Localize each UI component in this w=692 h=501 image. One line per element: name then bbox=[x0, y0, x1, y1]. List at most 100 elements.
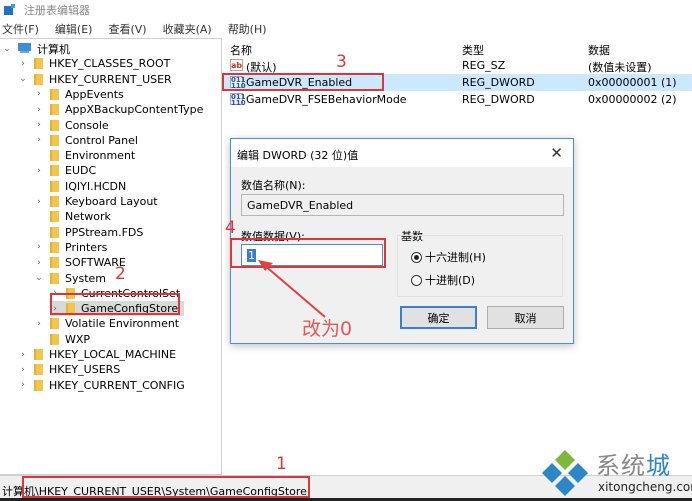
value-name-text: GameDVR_Enabled bbox=[247, 199, 354, 212]
folder-icon bbox=[34, 379, 43, 391]
tree-item-computer[interactable]: ⌄ 计算机 bbox=[2, 41, 70, 56]
tree-item-label: AppXBackupContentType bbox=[65, 103, 204, 117]
chevron-right-icon[interactable]: › bbox=[34, 319, 44, 329]
tree-item[interactable]: › HKEY_USERS bbox=[18, 362, 120, 377]
annotation-box-3 bbox=[222, 73, 384, 91]
list-header: 名称 类型 数据 bbox=[222, 38, 692, 58]
tree-item[interactable]: Network bbox=[34, 209, 111, 224]
tree-item-label: IQIYI.HCDN bbox=[65, 179, 127, 193]
folder-icon bbox=[50, 272, 59, 284]
tree-item[interactable]: › EUDC bbox=[34, 163, 96, 178]
folder-icon bbox=[50, 180, 59, 192]
menu-bar: 文件(F) 编辑(E) 查看(V) 收藏夹(A) 帮助(H) bbox=[0, 20, 281, 38]
list-row[interactable]: ab (默认) REG_SZ (数值未设置) bbox=[222, 57, 692, 74]
dialog-titlebar: 编辑 DWORD (32 位)值 ✕ bbox=[231, 139, 573, 167]
tree-item[interactable]: IQIYI.HCDN bbox=[34, 179, 126, 194]
chevron-right-icon[interactable]: › bbox=[34, 258, 44, 268]
tree-item-label: EUDC bbox=[65, 164, 97, 178]
folder-icon bbox=[50, 333, 59, 345]
radio-checked-icon[interactable] bbox=[411, 251, 422, 263]
tree-item-label: HKEY_USERS bbox=[49, 363, 121, 377]
value-data: (数值未设置) bbox=[588, 61, 652, 74]
chevron-right-icon[interactable]: › bbox=[18, 365, 28, 375]
value-type: REG_DWORD bbox=[462, 76, 535, 89]
value-name-field[interactable]: GameDVR_Enabled bbox=[241, 194, 564, 216]
tree-item[interactable]: › HKEY_CURRENT_CONFIG bbox=[18, 378, 185, 393]
chevron-down-icon[interactable]: ⌄ bbox=[34, 273, 44, 283]
watermark-logo-icon bbox=[542, 450, 588, 496]
folder-icon bbox=[50, 88, 59, 100]
tree-item[interactable]: ⌄ HKEY_CURRENT_USER bbox=[18, 72, 171, 87]
chevron-right-icon[interactable]: › bbox=[34, 135, 44, 145]
title-bar: 注册表编辑器 bbox=[0, 0, 692, 20]
tree-item[interactable]: › HKEY_CLASSES_ROOT bbox=[18, 56, 170, 71]
tree-item[interactable]: › Keyboard Layout bbox=[34, 194, 158, 209]
chevron-right-icon[interactable]: › bbox=[34, 120, 44, 130]
chevron-right-icon[interactable]: › bbox=[34, 105, 44, 115]
radio-dec-label: 十进制(D) bbox=[425, 274, 476, 287]
list-row[interactable]: 011 110 GameDVR_FSEBehaviorMode REG_DWORD… bbox=[222, 91, 692, 108]
radio-dec[interactable]: 十进制(D) bbox=[411, 272, 475, 288]
annotation-number-4: 4 bbox=[225, 218, 236, 238]
value-name: GameDVR_FSEBehaviorMode bbox=[246, 93, 407, 106]
column-header-type[interactable]: 类型 bbox=[462, 42, 484, 58]
menu-view[interactable]: 查看(V) bbox=[106, 21, 146, 37]
folder-icon bbox=[50, 318, 59, 330]
chevron-right-icon[interactable]: › bbox=[18, 350, 28, 360]
tree-item-label: WXP bbox=[65, 332, 91, 346]
tree-item[interactable]: PPStream.FDS bbox=[34, 225, 143, 240]
menu-edit[interactable]: 编辑(E) bbox=[53, 21, 93, 37]
ok-button[interactable]: 确定 bbox=[400, 306, 477, 329]
chevron-right-icon[interactable]: › bbox=[34, 166, 44, 176]
chevron-right-icon[interactable]: › bbox=[18, 380, 28, 390]
tree-item[interactable]: › Printers bbox=[34, 240, 107, 255]
column-header-name[interactable]: 名称 bbox=[230, 42, 252, 58]
tree-item[interactable]: WXP bbox=[34, 332, 90, 347]
close-icon[interactable]: ✕ bbox=[550, 144, 563, 162]
tree-item-label: Control Panel bbox=[65, 133, 138, 147]
chevron-right-icon[interactable]: › bbox=[34, 89, 44, 99]
folder-icon bbox=[34, 58, 43, 70]
folder-icon bbox=[50, 119, 59, 131]
tree-item[interactable]: › SOFTWARE bbox=[34, 255, 126, 270]
tree-item[interactable]: › AppEvents bbox=[34, 87, 124, 102]
chevron-right-icon[interactable]: › bbox=[34, 197, 44, 207]
radio-hex[interactable]: 十六进制(H) bbox=[411, 249, 486, 265]
value-type: REG_SZ bbox=[462, 59, 506, 72]
folder-icon bbox=[50, 134, 59, 146]
tree-item-label: AppEvents bbox=[65, 87, 124, 101]
annotation-number-3: 3 bbox=[336, 52, 347, 72]
annotation-arrow-icon bbox=[258, 260, 326, 318]
menu-help[interactable]: 帮助(H) bbox=[226, 21, 267, 37]
radio-hex-label: 十六进制(H) bbox=[425, 251, 486, 264]
menu-favorites[interactable]: 收藏夹(A) bbox=[161, 21, 212, 37]
chevron-right-icon[interactable]: › bbox=[18, 59, 28, 69]
tree-item[interactable]: › Console bbox=[34, 118, 108, 133]
tree-item[interactable]: Environment bbox=[34, 148, 135, 163]
folder-icon bbox=[50, 165, 59, 177]
tree-item-label: Keyboard Layout bbox=[65, 195, 158, 208]
column-header-data[interactable]: 数据 bbox=[588, 42, 610, 58]
cancel-button[interactable]: 取消 bbox=[487, 306, 564, 329]
chevron-right-icon[interactable]: › bbox=[34, 242, 44, 252]
regedit-app-icon bbox=[4, 4, 16, 16]
tree-item[interactable]: › AppXBackupContentType bbox=[34, 102, 203, 117]
chevron-down-icon[interactable]: ⌄ bbox=[18, 74, 28, 84]
tree-item[interactable]: ⌄ System bbox=[34, 271, 106, 286]
tree-item-label: Network bbox=[65, 210, 111, 224]
folder-icon bbox=[50, 257, 59, 269]
folder-icon bbox=[50, 241, 59, 253]
tree-item[interactable]: › Volatile Environment bbox=[34, 316, 179, 331]
folder-icon bbox=[34, 349, 43, 360]
tree-item-label: Printers bbox=[65, 240, 108, 254]
folder-icon bbox=[50, 196, 59, 207]
registry-tree[interactable]: ⌄ 计算机 › HKEY_CLASSES_ROOT ⌄ HKEY_CURRENT_US… bbox=[0, 38, 222, 475]
window-title: 注册表编辑器 bbox=[24, 4, 90, 17]
chevron-down-icon[interactable]: ⌄ bbox=[2, 44, 12, 54]
menu-file[interactable]: 文件(F) bbox=[0, 21, 39, 37]
tree-item-label: HKEY_CLASSES_ROOT bbox=[49, 57, 171, 71]
tree-item[interactable]: › HKEY_LOCAL_MACHINE bbox=[18, 347, 176, 362]
radio-unchecked-icon[interactable] bbox=[411, 274, 422, 286]
folder-icon bbox=[50, 226, 59, 238]
tree-item[interactable]: › Control Panel bbox=[34, 133, 138, 148]
